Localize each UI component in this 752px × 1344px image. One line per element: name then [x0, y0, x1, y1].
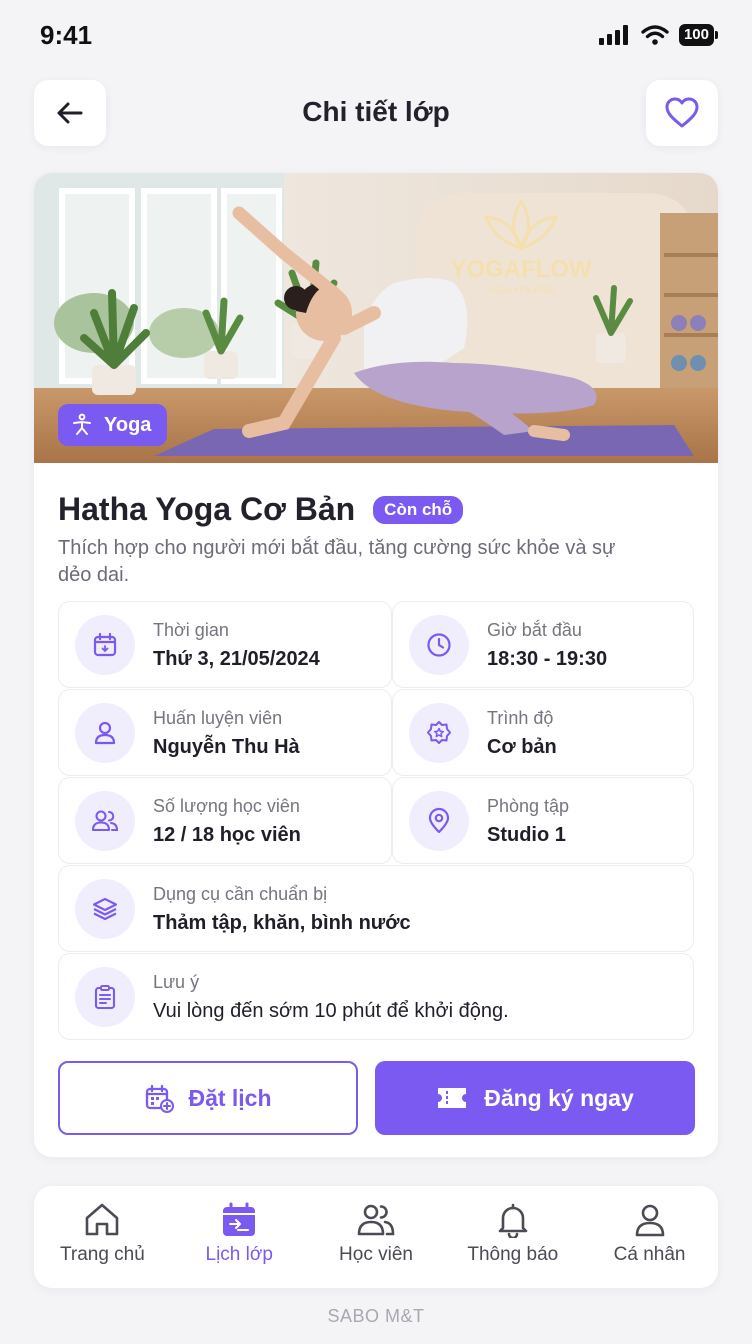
- info-room: Phòng tập Studio 1: [392, 777, 694, 864]
- favorite-button[interactable]: [646, 80, 718, 146]
- info-time-label: Giờ bắt đầu: [487, 620, 582, 640]
- nav-label-schedule: Lịch lớp: [205, 1244, 273, 1265]
- nav-item-schedule[interactable]: Lịch lớp: [171, 1186, 308, 1288]
- badge-star-icon: [409, 702, 469, 763]
- calendar-active-icon: [223, 1202, 256, 1236]
- class-title-row: Hatha Yoga Cơ Bản Còn chỗ: [58, 491, 464, 528]
- info-trainer-value: Nguyễn Thu Hà: [153, 736, 300, 758]
- battery-indicator: 100: [678, 24, 719, 46]
- info-equipment-label: Dụng cụ cần chuẩn bị: [153, 884, 328, 904]
- map-pin-icon: [409, 790, 469, 851]
- info-time-value: 18:30 - 19:30: [487, 648, 608, 670]
- info-students: Số lượng học viên 12 / 18 học viên: [58, 777, 392, 864]
- info-level: Trình độ Cơ bản: [392, 689, 694, 776]
- bottom-nav: Trang chủ Lịch lớp Học viên Thông báo Cá…: [34, 1186, 718, 1288]
- nav-item-notifications[interactable]: Thông báo: [444, 1186, 581, 1288]
- class-description: Thích hợp cho người mới bắt đầu, tăng cư…: [58, 537, 616, 586]
- bell-icon: [498, 1203, 528, 1238]
- status-time: 9:41: [40, 20, 93, 50]
- nav-item-home[interactable]: Trang chủ: [34, 1186, 171, 1288]
- info-students-label: Số lượng học viên: [153, 796, 300, 816]
- info-time: Giờ bắt đầu 18:30 - 19:30: [392, 601, 694, 688]
- register-button-label: Đăng ký ngay: [484, 1084, 634, 1111]
- clipboard-icon: [75, 966, 135, 1027]
- nav-label-home: Trang chủ: [59, 1244, 145, 1265]
- info-note-value: Vui lòng đến sớm 10 phút để khởi động.: [153, 1000, 509, 1022]
- info-equipment-value: Thảm tập, khăn, bình nước: [153, 912, 411, 934]
- class-detail-card: YOGAFLOW YOGA • PILATES Yoga Hatha Yoga …: [34, 173, 718, 1157]
- calendar-add-icon: [146, 1084, 175, 1113]
- info-date: Thời gian Thứ 3, 21/05/2024: [58, 601, 392, 688]
- user-icon: [75, 702, 135, 763]
- info-equipment: Dụng cụ cần chuẩn bị Thảm tập, khăn, bìn…: [58, 865, 694, 952]
- studio-logo-tagline: YOGA • PILATES: [486, 285, 556, 295]
- calendar-icon: [75, 614, 135, 675]
- info-room-value: Studio 1: [487, 824, 566, 846]
- info-room-label: Phòng tập: [487, 796, 570, 816]
- info-note: Lưu ý Vui lòng đến sớm 10 phút để khởi đ…: [58, 953, 694, 1040]
- nav-label-notifications: Thông báo: [467, 1244, 559, 1265]
- info-trainer-label: Huấn luyện viên: [153, 708, 283, 728]
- clock-icon: [409, 614, 469, 675]
- studio-logo-text: YOGAFLOW: [450, 256, 592, 283]
- category-chip: Yoga: [58, 404, 168, 446]
- yoga-person-icon: [73, 413, 91, 435]
- header: Chi tiết lớp: [34, 80, 718, 146]
- layers-icon: [75, 878, 135, 939]
- info-date-label: Thời gian: [153, 620, 229, 640]
- category-label: Yoga: [104, 413, 152, 436]
- status-icons: 100: [598, 24, 719, 46]
- ticket-icon: [438, 1088, 467, 1108]
- signal-icon: [598, 25, 628, 45]
- wifi-icon: [641, 25, 669, 45]
- users-icon: [75, 790, 135, 851]
- info-students-value: 12 / 18 học viên: [153, 824, 301, 846]
- footer-brand: SABO M&T: [327, 1306, 425, 1326]
- info-level-value: Cơ bản: [487, 736, 557, 758]
- info-level-label: Trình độ: [487, 708, 554, 728]
- availability-badge: Còn chỗ: [373, 495, 464, 524]
- page-title: Chi tiết lớp: [302, 96, 450, 127]
- home-icon: [86, 1203, 119, 1236]
- info-note-label: Lưu ý: [153, 972, 200, 992]
- schedule-button-label: Đặt lịch: [188, 1084, 272, 1111]
- user-icon: [635, 1204, 664, 1237]
- schedule-button[interactable]: Đặt lịch: [58, 1061, 358, 1135]
- status-bar: 9:41 100: [0, 0, 752, 72]
- info-trainer: Huấn luyện viên Nguyễn Thu Hà: [58, 689, 392, 776]
- info-date-value: Thứ 3, 21/05/2024: [153, 648, 320, 670]
- register-button[interactable]: Đăng ký ngay: [375, 1061, 695, 1135]
- nav-item-students[interactable]: Học viên: [308, 1186, 445, 1288]
- nav-item-profile[interactable]: Cá nhân: [581, 1186, 718, 1288]
- class-hero-image: YOGAFLOW YOGA • PILATES Yoga: [34, 173, 718, 463]
- users-icon: [357, 1204, 395, 1236]
- nav-label-students: Học viên: [339, 1244, 413, 1265]
- class-title: Hatha Yoga Cơ Bản: [58, 491, 356, 527]
- heart-icon: [665, 97, 699, 128]
- nav-label-profile: Cá nhân: [613, 1244, 686, 1265]
